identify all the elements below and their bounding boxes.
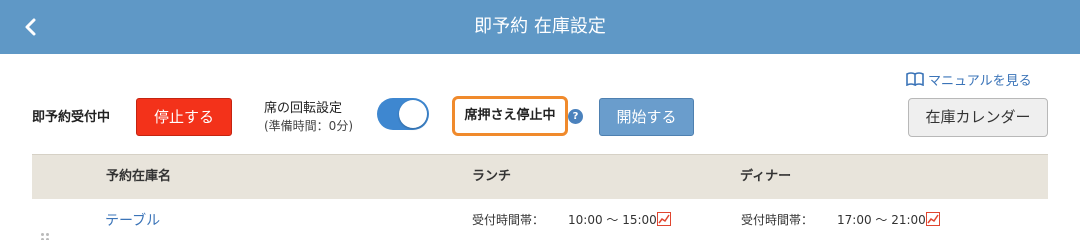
table-header: 予約在庫名 ランチ ディナー bbox=[32, 154, 1048, 199]
seat-pause-status: 席押さえ停止中 bbox=[452, 96, 568, 136]
dinner-reception-label: 受付時間帯： bbox=[741, 213, 814, 227]
help-icon[interactable]: ? bbox=[568, 109, 583, 124]
col-inventory-name: 予約在庫名 bbox=[106, 169, 172, 184]
chart-icon[interactable] bbox=[926, 212, 940, 226]
manual-link-label: マニュアルを見る bbox=[928, 73, 1032, 89]
dinner-reception-time: 17:00 〜 21:00 bbox=[837, 213, 926, 227]
start-button[interactable]: 開始する bbox=[599, 98, 694, 136]
stop-button[interactable]: 停止する bbox=[136, 98, 232, 136]
toggle-knob bbox=[399, 100, 427, 128]
rotation-prep-time: (準備時間：0分) bbox=[264, 119, 353, 133]
rotation-setting-title: 席の回転設定 bbox=[264, 101, 343, 116]
lunch-reception-label: 受付時間帯： bbox=[472, 213, 545, 227]
page-title: 即予約 在庫設定 bbox=[474, 16, 606, 37]
app-header: 即予約 在庫設定 bbox=[0, 0, 1080, 54]
inventory-name-link[interactable]: テーブル bbox=[105, 210, 160, 230]
col-lunch: ランチ bbox=[472, 169, 512, 184]
manual-link[interactable]: マニュアルを見る bbox=[906, 69, 1032, 89]
lunch-reception-time: 10:00 〜 15:00 bbox=[568, 213, 657, 227]
accepting-status-label: 即予約受付中 bbox=[32, 110, 111, 125]
drag-handle[interactable] bbox=[40, 232, 50, 240]
col-dinner: ディナー bbox=[740, 169, 792, 184]
book-icon bbox=[906, 72, 924, 86]
chart-icon[interactable] bbox=[657, 212, 671, 226]
rotation-toggle[interactable] bbox=[377, 98, 429, 130]
inventory-calendar-button[interactable]: 在庫カレンダー bbox=[908, 98, 1048, 137]
